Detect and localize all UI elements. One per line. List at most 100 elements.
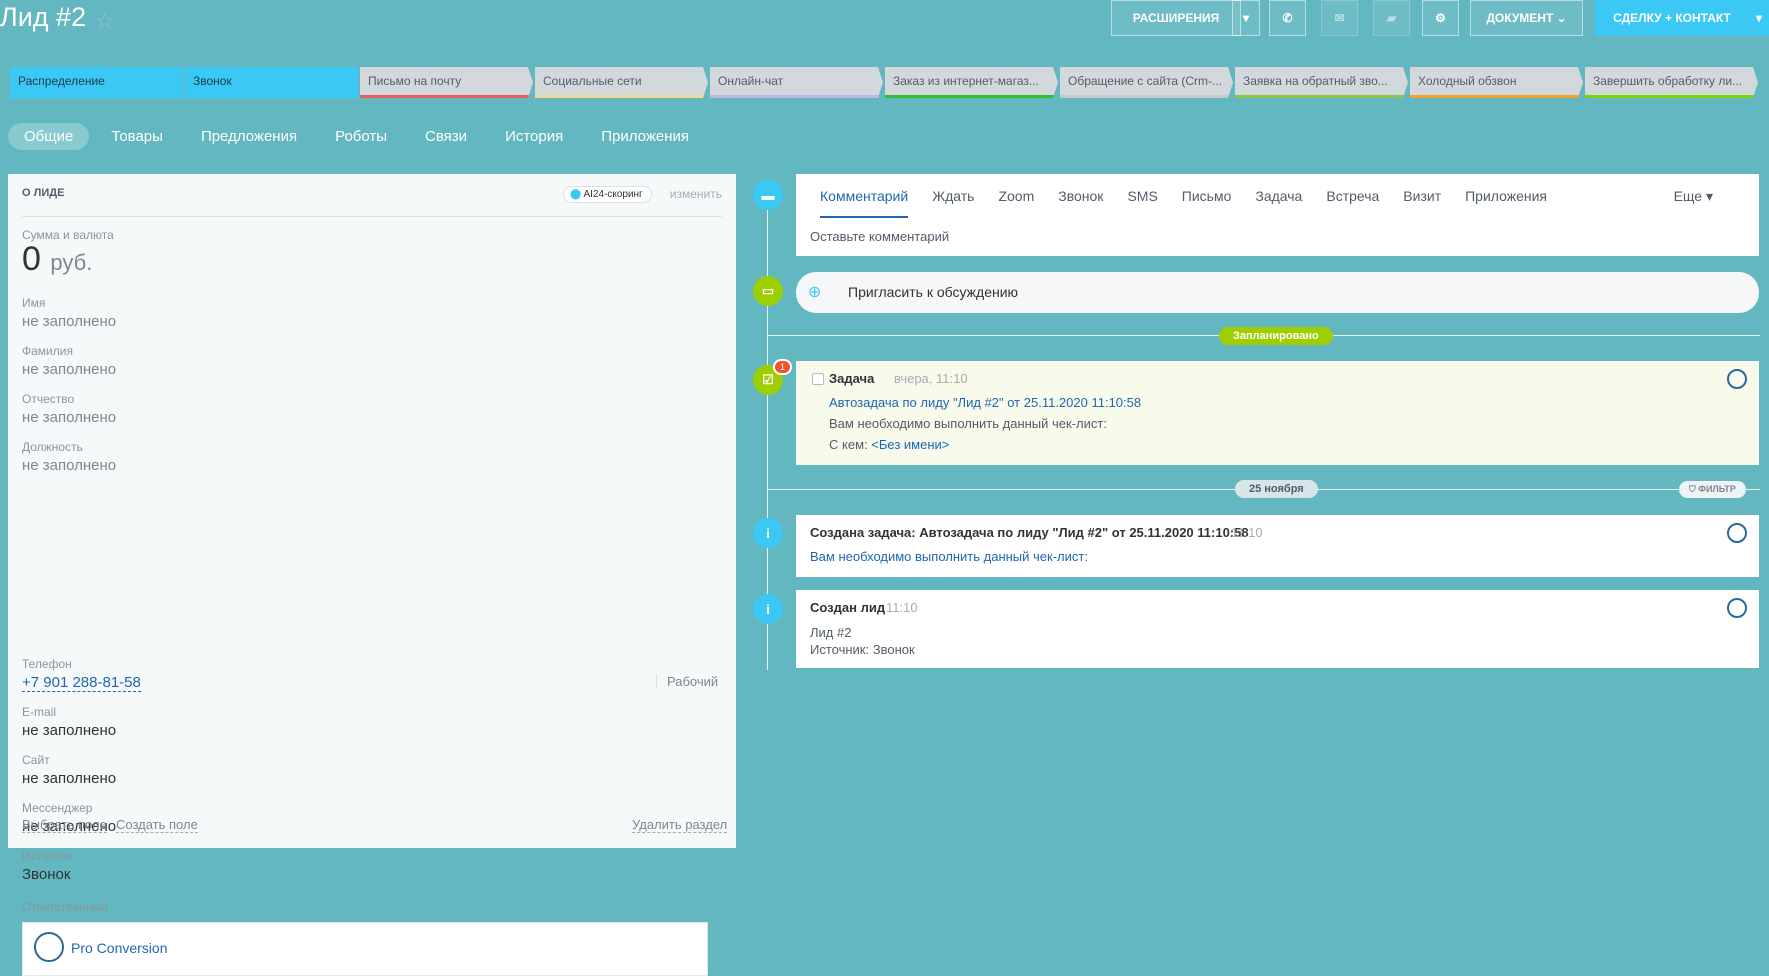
deal-contact-label: СДЕЛКУ + КОНТАКТ: [1613, 11, 1731, 25]
info-icon: i: [753, 518, 783, 548]
created-lead-card: Создан лид 11:10 Лид #2 Источник: Звонок: [796, 590, 1759, 668]
stage-9[interactable]: Холодный обзвон: [1410, 67, 1583, 98]
created-lead-time: 11:10: [886, 600, 918, 615]
tab-6[interactable]: История: [489, 123, 579, 150]
planned-badge: Запланировано: [1219, 327, 1333, 345]
stage-8[interactable]: Заявка на обратный зво...: [1235, 67, 1408, 98]
field-label: Отчество: [22, 392, 75, 406]
phone-type: Рабочий: [656, 674, 718, 689]
field-value: не заполнено: [22, 457, 117, 474]
filter-button[interactable]: ⛉ ФИЛЬТР: [1679, 481, 1746, 498]
responsible-link[interactable]: Pro Conversion: [71, 940, 168, 956]
field-value: не заполнено: [22, 361, 117, 378]
created-lead-line1: Лид #2: [810, 625, 852, 640]
task-with-link[interactable]: <Без имени>: [871, 437, 949, 452]
author-avatar: [1727, 523, 1747, 543]
stage-7[interactable]: Обращение с сайта (Crm-...: [1060, 67, 1233, 98]
field-label: Имя: [22, 296, 46, 310]
activity-editor: Комментарий Ждать Zoom Звонок SMS Письмо Задач…: [796, 174, 1759, 256]
task-link[interactable]: Автозадача по лиду "Лид #2" от 25.11.202…: [829, 395, 1141, 410]
divider: [22, 216, 722, 217]
select-field-link[interactable]: Выбрать поле: [22, 817, 107, 833]
edit-link[interactable]: изменить: [670, 187, 722, 201]
chat-icon[interactable]: ▰: [1373, 0, 1410, 36]
comment-input[interactable]: Оставьте комментарий: [810, 229, 949, 244]
sum-amount: 0: [22, 240, 41, 278]
avatar: [34, 932, 64, 962]
field-label: Источник: [22, 849, 74, 863]
field-label: E-mail: [22, 705, 57, 719]
page-title: Лид #2: [0, 2, 87, 32]
timeline-tab-3[interactable]: Zoom: [998, 188, 1034, 218]
currency: руб.: [50, 250, 93, 275]
created-task-card: Создана задача: Автозадача по лиду "Лид …: [796, 515, 1759, 577]
field-label: Мессенджер: [22, 801, 93, 815]
stage-10[interactable]: Завершить обработку ли...: [1585, 67, 1758, 98]
field-value: Звонок: [22, 866, 71, 883]
created-task-text[interactable]: Вам необходимо выполнить данный чек-лист…: [810, 549, 1088, 564]
section-title: О ЛИДЕ: [22, 187, 65, 199]
field-label: Фамилия: [22, 344, 73, 358]
stage-bar: Распределение Звонок Письмо на почту Социал…: [10, 67, 1758, 98]
scoring-icon: ⬤: [570, 189, 582, 200]
star-icon[interactable]: ☆: [95, 8, 115, 34]
task-time: вчера, 11:10: [894, 371, 968, 386]
lead-info-panel: О ЛИДЕ ⬤ AI24-скоринг изменить Сумма и в…: [8, 174, 736, 976]
timeline-tab-6[interactable]: Письмо: [1182, 188, 1232, 218]
section-tabs: Общие Товары Предложения Роботы Связи История…: [8, 123, 705, 150]
tab-3[interactable]: Предложения: [185, 123, 313, 150]
ai-scoring-badge[interactable]: ⬤ AI24-скоринг: [563, 186, 652, 203]
stage-4[interactable]: Социальные сети: [535, 67, 708, 98]
phone-icon[interactable]: ✆: [1269, 0, 1306, 36]
more-tab[interactable]: Еще ▾: [1674, 188, 1713, 205]
deal-contact-dropdown[interactable]: ▾: [1749, 0, 1769, 36]
task-text: Вам необходимо выполнить данный чек-лист…: [829, 416, 1107, 431]
task-title: Задача: [829, 371, 875, 386]
add-user-icon: ⊕: [808, 284, 822, 301]
gear-icon[interactable]: ⚙: [1422, 0, 1459, 36]
stage-1[interactable]: Распределение: [10, 67, 183, 98]
stage-5[interactable]: Онлайн-чат: [710, 67, 883, 98]
timeline-tab-4[interactable]: Звонок: [1058, 188, 1103, 218]
created-task-title: Создана задача: Автозадача по лиду "Лид …: [810, 525, 1249, 540]
author-avatar: [1727, 369, 1747, 389]
deal-contact-button[interactable]: СДЕЛКУ + КОНТАКТ: [1595, 0, 1749, 36]
stage-6[interactable]: Заказ из интернет-магаз...: [885, 67, 1058, 98]
field-label: Сайт: [22, 753, 50, 767]
tab-4[interactable]: Роботы: [319, 123, 403, 150]
timeline-tab-8[interactable]: Встреча: [1326, 188, 1379, 218]
mail-icon[interactable]: ✉: [1321, 0, 1358, 36]
author-avatar: [1727, 598, 1747, 618]
timeline-tab-5[interactable]: SMS: [1127, 188, 1157, 218]
task-with-label: С кем:: [829, 437, 868, 452]
extensions-label: РАСШИРЕНИЯ: [1132, 11, 1220, 25]
timeline-tab-9[interactable]: Визит: [1403, 188, 1441, 218]
created-task-time: 11:10: [1231, 525, 1263, 540]
task-checkbox[interactable]: [812, 373, 824, 385]
extensions-dropdown[interactable]: ▾: [1232, 0, 1260, 36]
tab-7[interactable]: Приложения: [585, 123, 705, 150]
scoring-label: AI24-скоринг: [583, 189, 643, 200]
timeline-tab-10[interactable]: Приложения: [1465, 188, 1547, 218]
document-label: ДОКУМЕНТ: [1486, 11, 1554, 25]
document-button[interactable]: ДОКУМЕНТ ⌄: [1470, 0, 1583, 36]
tab-2[interactable]: Товары: [95, 123, 179, 150]
timeline-tab-7[interactable]: Задача: [1255, 188, 1302, 218]
stage-3[interactable]: Письмо на почту: [360, 67, 533, 98]
create-field-link[interactable]: Создать поле: [116, 817, 198, 833]
tab-1[interactable]: Общие: [8, 123, 90, 150]
extensions-button[interactable]: РАСШИРЕНИЯ: [1111, 0, 1241, 36]
responsible-label: Ответственный: [22, 900, 108, 914]
task-count-badge: 1: [773, 359, 793, 375]
invite-bar[interactable]: ⊕ Пригласить к обсуждению: [796, 272, 1759, 313]
discussion-icon: ▭: [753, 276, 783, 306]
phone-label: Телефон: [22, 657, 72, 671]
phone-link[interactable]: +7 901 288-81-58: [22, 674, 141, 692]
info-icon: i: [753, 594, 783, 624]
delete-section-link[interactable]: Удалить раздел: [632, 817, 728, 833]
timeline-tab-2[interactable]: Ждать: [932, 188, 974, 218]
timeline-tab-1[interactable]: Комментарий: [820, 188, 909, 218]
tab-5[interactable]: Связи: [409, 123, 483, 150]
filter-label: ФИЛЬТР: [1698, 484, 1736, 494]
stage-2[interactable]: Звонок: [185, 67, 358, 98]
